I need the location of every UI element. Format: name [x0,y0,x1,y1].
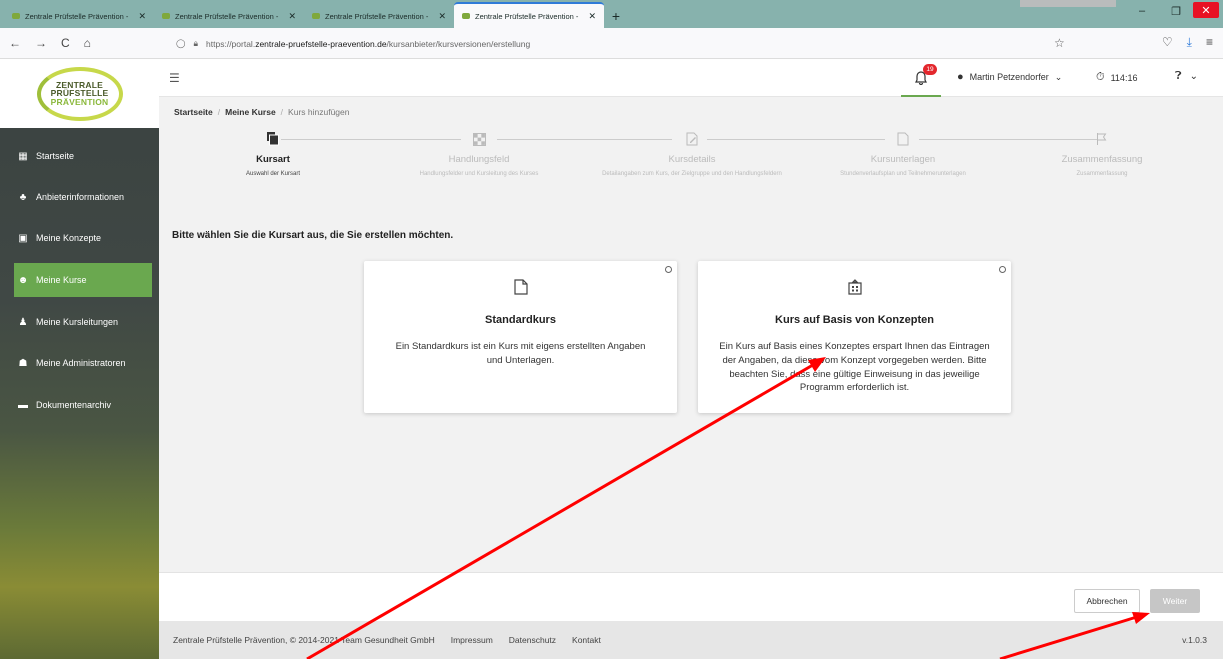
lock-icon: 🔒︎ [193,38,199,48]
layers-icon [267,132,279,146]
pocket-icon[interactable]: ♡ [1162,35,1173,50]
user-avatar-icon: ● [957,71,964,83]
building-icon: ▣ [18,232,28,244]
step-kursart: Kursart Auswahl der Kursart [178,130,368,179]
favicon-icon [462,13,470,19]
group-icon: ☻ [17,274,29,286]
sidebar: ZENTRALE PRÜFSTELLE PRÄVENTION ▦ Startsei… [0,59,159,659]
sidebar-item-startseite[interactable]: ▦ Startseite [14,139,152,173]
notification-badge: 19 [923,64,937,75]
sidebar-item-anbieterinformationen[interactable]: ♣ Anbieterinformationen [14,180,152,214]
browser-tab-4[interactable]: Zentrale Prüfstelle Prävention - ✕ [454,2,604,28]
step-kursunterlagen: Kursunterlagen Stundenverlaufsplan und T… [803,130,1003,179]
action-bar: Abbrechen Weiter [159,572,1223,621]
help-icon: ❓︎ [1175,70,1182,82]
hamburger-menu-icon[interactable]: ☰ [169,71,180,85]
org-chart-icon: ♣ [19,191,27,203]
sidebar-item-meine-kurse[interactable]: ☻ Meine Kurse [14,263,152,297]
url-bar[interactable]: ◯ 🔒︎ https://portal.zentrale-pruefstelle… [170,33,1088,54]
breadcrumb-current: Kurs hinzufügen [288,107,350,117]
sidebar-item-meine-konzepte[interactable]: ▣ Meine Konzepte [14,221,152,255]
teacher-icon: ♟ [18,316,28,328]
sidebar-item-meine-kursleitungen[interactable]: ♟ Meine Kursleitungen [14,305,152,339]
home-icon[interactable]: ⌂ [84,36,91,50]
next-button[interactable]: Weiter [1150,589,1200,613]
browser-tab-1[interactable]: Zentrale Prüfstelle Prävention - ✕ [4,4,154,28]
admin-users-icon: ☗ [18,357,28,369]
building-icon [847,279,862,295]
footer-link-datenschutz[interactable]: Datenschutz [509,635,556,645]
forward-icon[interactable]: → [35,36,47,50]
cancel-button[interactable]: Abbrechen [1074,589,1140,613]
minimize-icon[interactable]: – [1125,0,1159,22]
checkerboard-icon [472,132,486,146]
close-tab-icon[interactable]: ✕ [438,11,446,22]
new-tab-button[interactable]: + [604,4,628,28]
logo[interactable]: ZENTRALE PRÜFSTELLE PRÄVENTION [0,59,159,128]
selection-prompt: Bitte wählen Sie die Kursart aus, die Si… [172,230,454,241]
user-menu[interactable]: ● Martin Petzendorfer ⌄ [957,71,1062,83]
step-handlungsfeld: Handlungsfeld Handlungsfelder und Kursle… [384,130,574,179]
progress-stepper: Kursart Auswahl der Kursart Handlungsfel… [159,130,1223,210]
window-controls: – ❐ ✕ [1125,0,1223,22]
favicon-icon [162,13,170,19]
browser-tab-2[interactable]: Zentrale Prüfstelle Prävention - ✕ [154,4,304,28]
close-tab-icon[interactable]: ✕ [288,11,296,22]
back-icon[interactable]: ← [9,36,21,50]
favicon-icon [12,13,20,19]
document-icon [897,132,909,146]
document-icon [513,279,528,295]
overlay-box [1020,0,1116,7]
app-header: ☰ 19 ● Martin Petzendorfer ⌄ ⏱ 114:16 ❓︎… [159,59,1223,97]
stopwatch-icon: ⏱ [1096,71,1105,83]
browser-nav-bar: ← → C ⌂ ◯ 🔒︎ https://portal.zentrale-pru… [0,28,1223,59]
breadcrumb-courses[interactable]: Meine Kurse [225,107,276,117]
breadcrumb-home[interactable]: Startseite [174,107,213,117]
notifications-button[interactable]: 19 [901,61,941,97]
bookmark-star-icon[interactable]: ☆ [1054,36,1065,50]
url-text: https://portal.zentrale-pruefstelle-prae… [206,38,531,49]
folder-icon: ▬ [18,399,28,411]
footer-copyright: Zentrale Prüfstelle Prävention, © 2014-2… [173,635,435,645]
footer-link-impressum[interactable]: Impressum [451,635,493,645]
window-close-icon[interactable]: ✕ [1193,2,1219,18]
radio-konzept-kurs[interactable] [999,266,1006,273]
browser-tab-3[interactable]: Zentrale Prüfstelle Prävention - ✕ [304,4,454,28]
card-standardkurs[interactable]: Standardkurs Ein Standardkurs ist ein Ku… [364,261,677,413]
help-menu[interactable]: ❓︎ ⌄ [1175,70,1198,83]
maximize-icon[interactable]: ❐ [1159,0,1193,22]
chevron-down-icon: ⌄ [1054,71,1063,82]
radio-standardkurs[interactable] [665,266,672,273]
reload-icon[interactable]: C [61,36,70,50]
breadcrumb: Startseite / Meine Kurse / Kurs hinzufüg… [174,107,350,117]
dashboard-icon: ▦ [18,150,28,162]
step-kursdetails: Kursdetails Detailangaben zum Kurs, der … [592,130,792,179]
shield-icon: ◯ [176,38,186,48]
app-version: v.1.0.3 [1182,635,1207,645]
close-tab-icon[interactable]: ✕ [138,11,146,22]
sidebar-item-dokumentenarchiv[interactable]: ▬ Dokumentenarchiv [14,388,152,422]
flag-icon [1097,133,1107,145]
sidebar-item-meine-administratoren[interactable]: ☗ Meine Administratoren [14,346,152,380]
chevron-down-icon: ⌄ [1189,71,1199,82]
close-tab-icon[interactable]: ✕ [588,11,596,22]
step-zusammenfassung: Zusammenfassung Zusammenfassung [1007,130,1197,179]
edit-document-icon [686,132,698,146]
menu-icon[interactable]: ≡ [1206,35,1213,50]
footer-link-kontakt[interactable]: Kontakt [572,635,601,645]
favicon-icon [312,13,320,19]
card-kurs-auf-basis-von-konzepten[interactable]: Kurs auf Basis von Konzepten Ein Kurs au… [698,261,1011,413]
footer: Zentrale Prüfstelle Prävention, © 2014-2… [159,621,1223,659]
download-icon[interactable]: ⤓ [1187,35,1192,50]
session-timer: ⏱ 114:16 [1096,71,1138,83]
